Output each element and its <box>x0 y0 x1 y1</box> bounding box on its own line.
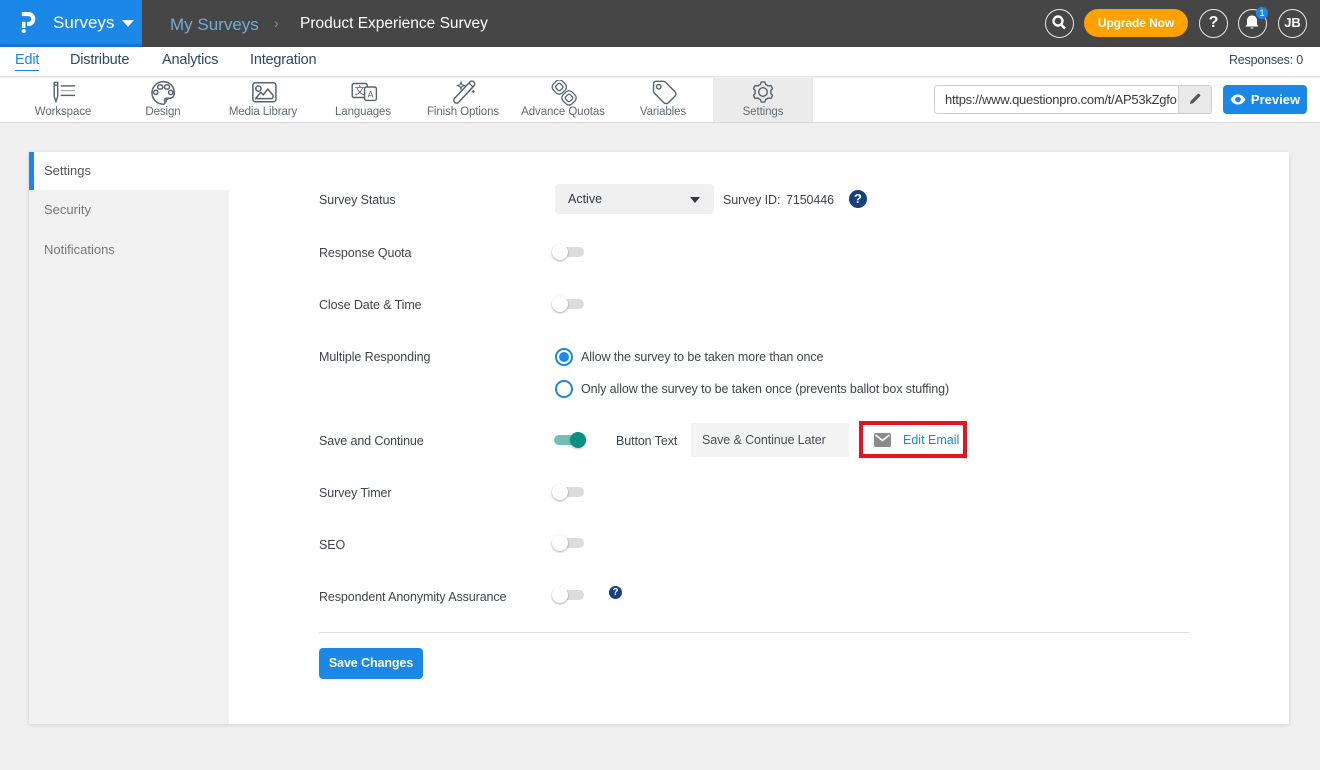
svg-text:文: 文 <box>354 84 365 97</box>
svg-text:A: A <box>367 89 373 99</box>
